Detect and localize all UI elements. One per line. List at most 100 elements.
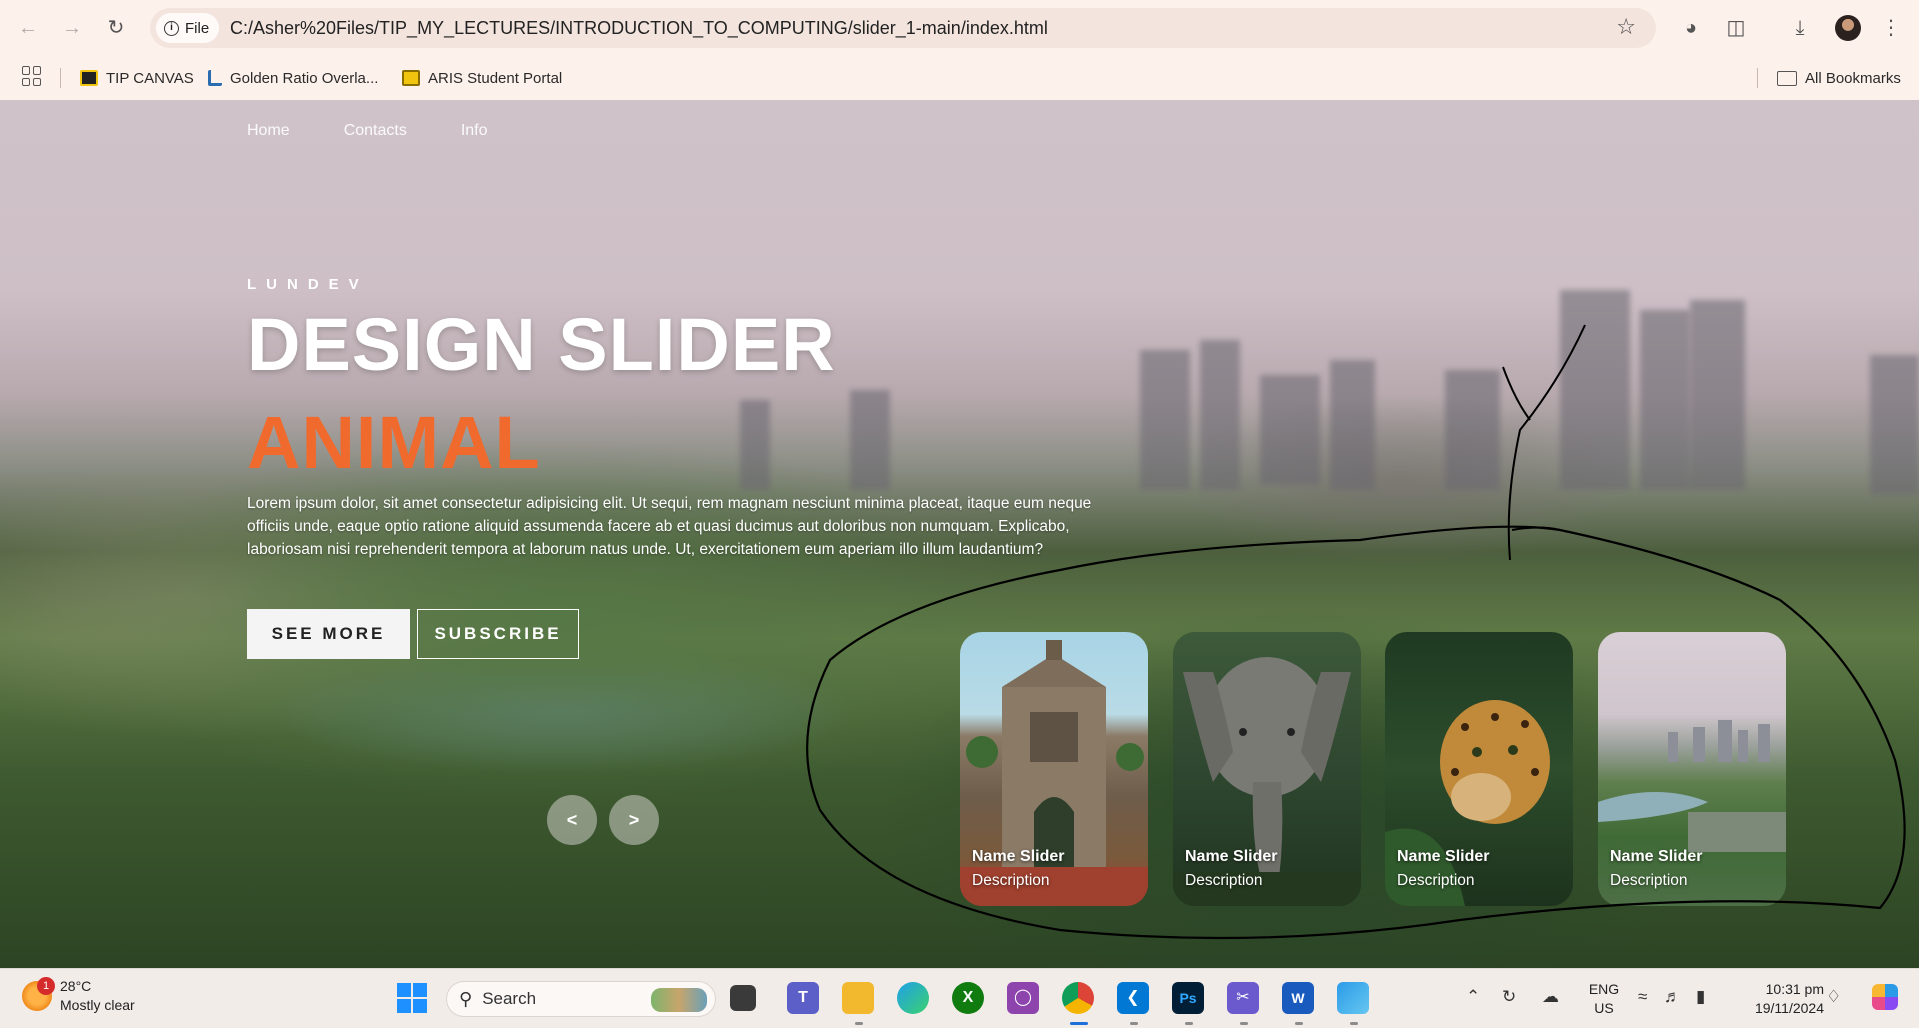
- slide-author: LUNDEV: [247, 276, 369, 293]
- url-text[interactable]: C:/Asher%20Files/TIP_MY_LECTURES/INTRODU…: [230, 18, 1048, 39]
- background-building: [1140, 350, 1190, 490]
- folder-icon: [1777, 70, 1797, 86]
- running-indicator: [1295, 1022, 1303, 1025]
- running-indicator: [1185, 1022, 1193, 1025]
- photoshop-icon[interactable]: Ps: [1172, 982, 1204, 1014]
- bookmarks-bar: TIP CANVAS Golden Ratio Overla... ARIS S…: [0, 56, 1919, 100]
- thumbnail-name: Name Slider: [1610, 848, 1703, 865]
- reload-icon[interactable]: ↻: [102, 14, 130, 42]
- site-info-chip[interactable]: i File: [156, 13, 220, 43]
- wifi-icon[interactable]: ≈: [1638, 987, 1647, 1007]
- address-row: ← → ↻ i File C:/Asher%20Files/TIP_MY_LEC…: [0, 0, 1919, 56]
- all-bookmarks-button[interactable]: All Bookmarks: [1777, 66, 1901, 90]
- slide-title: DESIGN SLIDER: [247, 303, 836, 386]
- search-icon: ⚲: [459, 988, 473, 1009]
- sync-icon[interactable]: ↻: [1502, 987, 1516, 1007]
- thumbnail-name: Name Slider: [1397, 848, 1490, 865]
- background-building: [740, 400, 770, 490]
- nav-home-link[interactable]: Home: [247, 122, 290, 140]
- copilot-app-icon[interactable]: ◯: [1007, 982, 1039, 1014]
- notification-badge: 1: [37, 977, 55, 995]
- clock-time: 10:31 pm: [1765, 981, 1824, 997]
- nav-contacts-link[interactable]: Contacts: [344, 122, 407, 140]
- lang-code: ENG: [1588, 981, 1620, 997]
- word-icon[interactable]: W: [1282, 982, 1314, 1014]
- onedrive-icon[interactable]: ☁: [1542, 987, 1559, 1007]
- aris-favicon-icon: [402, 70, 420, 86]
- snipping-tool-icon[interactable]: ✂: [1227, 982, 1259, 1014]
- photos-icon[interactable]: [1337, 982, 1369, 1014]
- volume-icon[interactable]: ♬: [1664, 987, 1681, 1007]
- xbox-icon[interactable]: X: [952, 982, 984, 1014]
- download-icon[interactable]: ⤓: [1786, 14, 1814, 42]
- weather-widget[interactable]: 1 28°C Mostly clear: [22, 977, 135, 1015]
- background-building: [1690, 300, 1745, 490]
- thumbnail-name: Name Slider: [1185, 848, 1278, 865]
- background-building: [1445, 370, 1500, 490]
- site-chip-label: File: [185, 19, 210, 37]
- battery-icon[interactable]: ▮: [1696, 987, 1705, 1007]
- clock[interactable]: 10:31 pm 19/11/2024: [1738, 980, 1824, 1018]
- lens-icon[interactable]: ◕: [1677, 14, 1705, 42]
- extensions-icon[interactable]: ◫: [1722, 14, 1750, 42]
- address-bar[interactable]: i File C:/Asher%20Files/TIP_MY_LECTURES/…: [150, 8, 1656, 48]
- see-more-button[interactable]: SEE MORE: [247, 609, 410, 659]
- running-indicator: [1240, 1022, 1248, 1025]
- weather-condition: Mostly clear: [60, 997, 135, 1013]
- thumbnail-card[interactable]: Name Slider Description: [1385, 632, 1573, 906]
- file-explorer-icon[interactable]: [842, 982, 874, 1014]
- bookmark-tip-canvas[interactable]: TIP CANVAS: [80, 66, 194, 90]
- bookmarks-divider: [1757, 68, 1758, 88]
- chrome-icon[interactable]: [1062, 982, 1094, 1014]
- bookmark-label: Golden Ratio Overla...: [230, 69, 379, 87]
- thumbnail-card[interactable]: Name Slider Description: [1173, 632, 1361, 906]
- slide-topic: ANIMAL: [247, 401, 541, 484]
- thumbnail-card[interactable]: Name Slider Description: [1598, 632, 1786, 906]
- golden-ratio-favicon-icon: [208, 70, 222, 86]
- background-building: [850, 390, 890, 490]
- teams-icon[interactable]: T: [787, 982, 819, 1014]
- thumbnail-card[interactable]: Name Slider Description: [960, 632, 1148, 906]
- background-building: [1560, 290, 1630, 490]
- background-building: [1200, 340, 1240, 490]
- task-view-icon[interactable]: [730, 985, 756, 1011]
- all-bookmarks-label: All Bookmarks: [1805, 69, 1901, 87]
- copilot-icon[interactable]: [1872, 984, 1898, 1010]
- thumbnail-description: Description: [1397, 872, 1475, 889]
- taskbar-search[interactable]: ⚲ Search: [446, 981, 716, 1017]
- bookmark-label: TIP CANVAS: [106, 69, 194, 87]
- running-indicator: [1130, 1022, 1138, 1025]
- running-indicator: [1350, 1022, 1358, 1025]
- apps-grid-icon[interactable]: [22, 66, 42, 86]
- tip-canvas-favicon-icon: [80, 70, 98, 86]
- subscribe-button[interactable]: SUBSCRIBE: [417, 609, 579, 659]
- background-building: [1640, 310, 1690, 490]
- vscode-icon[interactable]: ❮: [1117, 982, 1149, 1014]
- back-arrow-icon[interactable]: ←: [14, 14, 42, 42]
- clock-date: 19/11/2024: [1754, 1000, 1824, 1016]
- edge-icon[interactable]: [897, 982, 929, 1014]
- thumbnail-description: Description: [972, 872, 1050, 889]
- bookmark-golden-ratio[interactable]: Golden Ratio Overla...: [208, 66, 378, 90]
- slider-page: Home Contacts Info LUNDEV DESIGN SLIDER …: [0, 100, 1919, 968]
- profile-avatar[interactable]: [1835, 15, 1861, 41]
- background-building: [1330, 360, 1375, 490]
- menu-kebab-icon[interactable]: ⋮: [1877, 14, 1905, 42]
- bookmark-star-icon[interactable]: ☆: [1616, 14, 1636, 40]
- bookmark-aris[interactable]: ARIS Student Portal: [402, 66, 562, 90]
- weather-sun-icon: 1: [22, 977, 55, 1011]
- chevron-up-icon[interactable]: ⌃: [1466, 987, 1480, 1007]
- active-indicator: [1070, 1022, 1088, 1025]
- info-icon: i: [164, 20, 179, 36]
- start-windows-icon[interactable]: [396, 982, 428, 1014]
- language-indicator[interactable]: ENG US: [1584, 980, 1624, 1018]
- nav-info-link[interactable]: Info: [461, 122, 488, 140]
- top-navigation: Home Contacts Info: [247, 122, 488, 140]
- prev-arrow-button[interactable]: <: [547, 795, 597, 845]
- notification-bell-icon[interactable]: ♢: [1826, 987, 1841, 1007]
- next-arrow-button[interactable]: >: [609, 795, 659, 845]
- forward-arrow-icon[interactable]: →: [58, 14, 86, 42]
- thumbnail-description: Description: [1610, 872, 1688, 889]
- search-highlight-image: [651, 988, 707, 1012]
- thumbnail-name: Name Slider: [972, 848, 1065, 865]
